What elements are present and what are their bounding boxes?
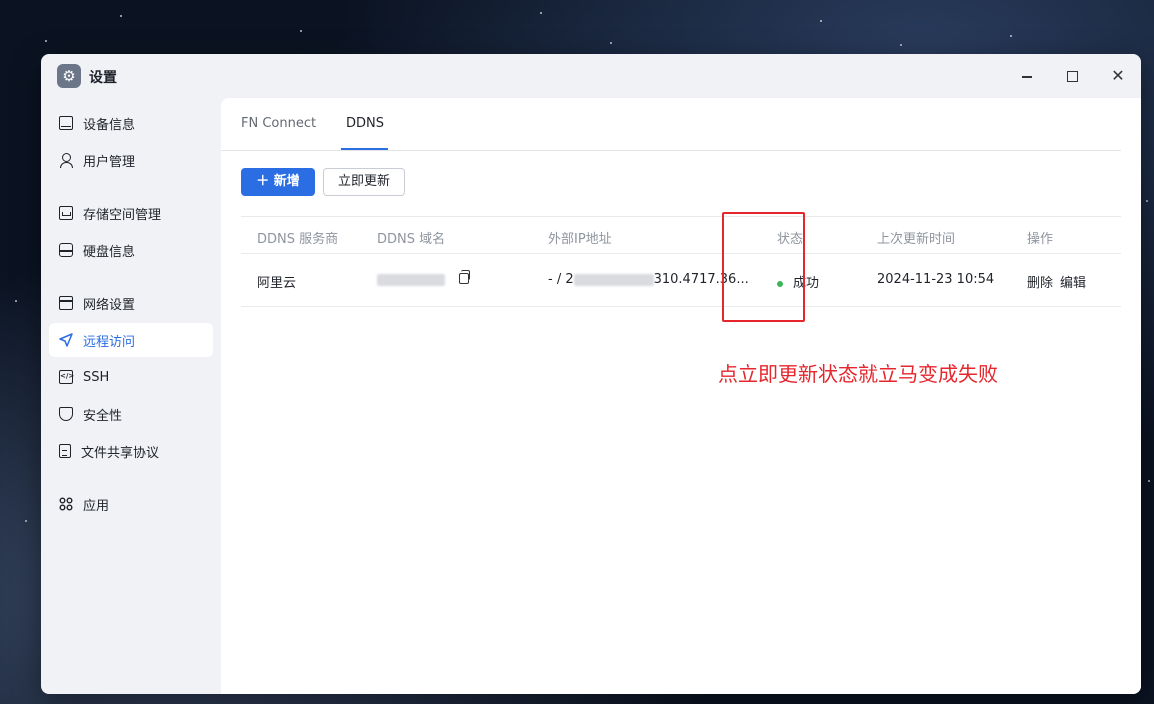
domain-cell: [377, 272, 445, 287]
column-header-last-update: 上次更新时间: [877, 232, 956, 247]
sidebar-item-storage[interactable]: 存储空间管理: [49, 196, 213, 230]
redacted-domain: [377, 273, 445, 286]
disk-icon: [59, 243, 73, 257]
sidebar-item-label: 安全性: [83, 408, 123, 424]
column-header-actions: 操作: [1027, 232, 1054, 247]
minimize-button[interactable]: [1016, 66, 1038, 86]
column-header-domain: DDNS 域名: [377, 232, 446, 247]
storage-icon: [59, 206, 73, 220]
sidebar-item-label: 存储空间管理: [83, 207, 162, 223]
sidebar-item-ssh[interactable]: </> SSH: [49, 360, 213, 394]
sidebar-item-label: 文件共享协议: [81, 445, 160, 461]
sidebar-item-disk-info[interactable]: 硬盘信息: [49, 233, 213, 267]
tab-bar: FN Connect DDNS: [221, 98, 1121, 151]
maximize-button[interactable]: [1061, 66, 1083, 86]
actions-cell: 删除 编辑: [1027, 272, 1093, 291]
column-header-provider: DDNS 服务商: [257, 232, 339, 247]
sidebar-item-user-management[interactable]: 用户管理: [49, 143, 213, 177]
sidebar-item-label: SSH: [83, 369, 110, 385]
ssh-icon: </>: [59, 370, 74, 384]
sidebar-item-label: 设备信息: [83, 117, 136, 133]
ip-prefix: - / 2: [548, 272, 574, 287]
active-tab-indicator: [341, 148, 388, 150]
device-icon: [59, 116, 73, 130]
copy-icon[interactable]: [459, 270, 470, 284]
title-bar: ⚙ 设置 ✕: [41, 54, 1141, 98]
user-icon: [59, 153, 73, 168]
delete-link[interactable]: 删除: [1027, 276, 1053, 291]
redacted-ip: [573, 273, 654, 286]
edit-link[interactable]: 编辑: [1060, 276, 1086, 291]
sidebar-item-security[interactable]: 安全性: [49, 397, 213, 431]
annotation-highlight-box: [722, 212, 805, 322]
table-header: DDNS 服务商 DDNS 域名 外部IP地址 状态 上次更新时间 操作: [241, 216, 1121, 254]
add-button[interactable]: ＋ 新增: [241, 168, 315, 196]
sidebar-item-remote-access[interactable]: 远程访问: [49, 323, 213, 357]
sidebar: 设备信息 用户管理 存储空间管理 硬盘信息 网络设置 远程访问 </> SSH: [41, 98, 221, 694]
sidebar-item-label: 用户管理: [83, 154, 136, 170]
close-button[interactable]: ✕: [1107, 66, 1129, 86]
table-row: 阿里云 - / 2 310.4717.36... 成功 2024-11-23 10…: [241, 254, 1121, 307]
sidebar-item-device-info[interactable]: 设备信息: [49, 106, 213, 140]
provider-cell: 阿里云: [257, 276, 297, 291]
send-icon: [59, 333, 73, 347]
sidebar-item-file-sharing[interactable]: 文件共享协议: [49, 434, 213, 468]
column-header-external-ip: 外部IP地址: [548, 232, 612, 247]
sidebar-item-label: 网络设置: [83, 297, 136, 313]
shield-icon: [59, 407, 73, 421]
window-title: 设置: [89, 70, 117, 86]
last-update-cell: 2024-11-23 10:54: [877, 272, 995, 287]
settings-gear-icon: ⚙: [57, 64, 81, 88]
annotation-text: 点立即更新状态就立马变成失败: [718, 362, 998, 386]
tab-ddns[interactable]: DDNS: [346, 116, 384, 131]
sidebar-item-label: 应用: [83, 498, 110, 514]
update-now-button[interactable]: 立即更新: [323, 168, 405, 196]
sidebar-item-label: 远程访问: [83, 334, 136, 350]
sidebar-item-network[interactable]: 网络设置: [49, 286, 213, 320]
external-ip-cell: - / 2 310.4717.36...: [548, 272, 749, 287]
apps-icon: [59, 497, 73, 511]
sidebar-item-label: 硬盘信息: [83, 244, 136, 260]
document-icon: [59, 444, 71, 458]
sidebar-item-apps[interactable]: 应用: [49, 487, 213, 521]
tab-fn-connect[interactable]: FN Connect: [241, 116, 316, 131]
network-icon: [59, 296, 73, 310]
main-content: FN Connect DDNS ＋ 新增 立即更新 DDNS 服务商 DDNS …: [221, 98, 1141, 694]
